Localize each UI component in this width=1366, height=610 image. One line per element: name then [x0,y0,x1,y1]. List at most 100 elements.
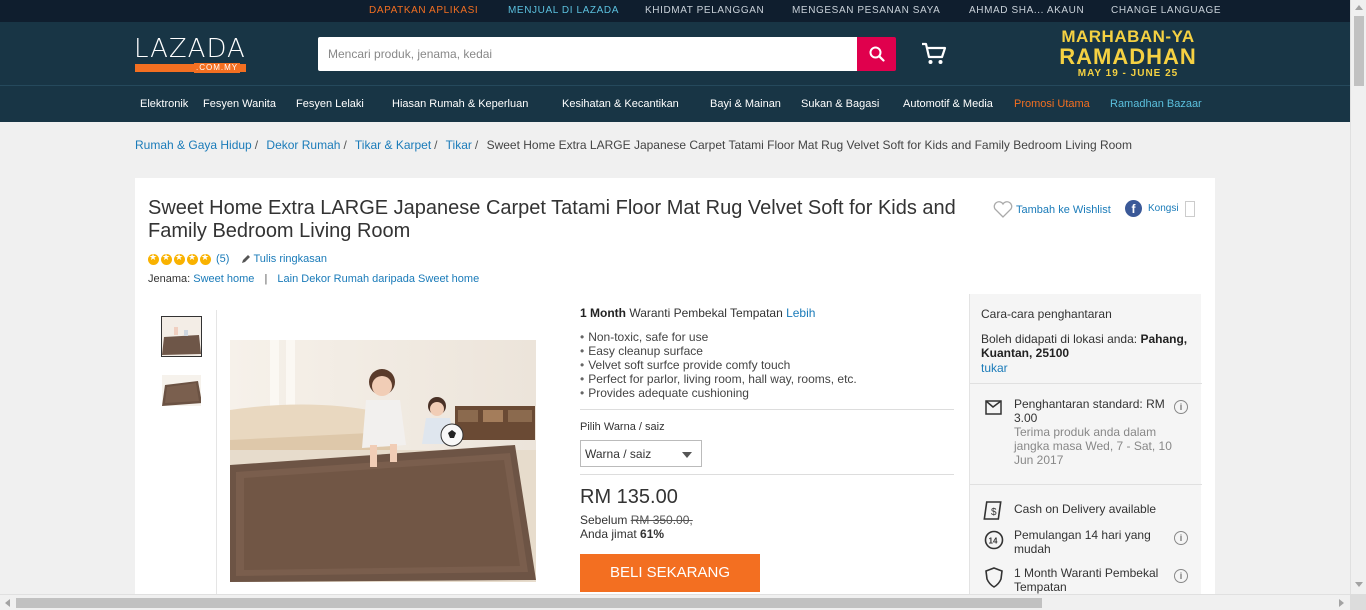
delivery-box-icon [985,400,1002,415]
scroll-up-arrow[interactable] [1355,5,1363,10]
vertical-scrollbar[interactable] [1350,0,1366,594]
facebook-icon: f [1125,200,1142,217]
breadcrumb-link[interactable]: Rumah & Gaya Hidup [135,138,252,152]
star-icon [174,252,185,265]
scroll-left-arrow[interactable] [5,599,10,607]
delivery-location: Boleh didapati di lokasi anda: Pahang, K… [981,332,1196,360]
discount-percent: 61% [640,527,665,541]
star-icon [187,252,198,265]
feature-item: Non-toxic, safe for use [580,330,857,344]
category-kesihatan[interactable]: Kesihatan & Kecantikan [562,98,679,110]
scroll-down-arrow[interactable] [1355,582,1363,587]
discount-line: Anda jimat 61% [580,527,664,541]
pencil-icon [242,255,251,263]
breadcrumb-current: Sweet Home Extra LARGE Japanese Carpet T… [486,138,1132,152]
write-review-link[interactable]: Tulis ringkasan [241,253,327,265]
category-sukan-bagasi[interactable]: Sukan & Bagasi [801,98,879,110]
star-icon [200,252,211,265]
customer-service-link[interactable]: KHIDMAT PELANGGAN [645,5,764,16]
product-main-image[interactable] [230,340,536,582]
search-button[interactable] [857,37,896,71]
horizontal-scrollbar[interactable] [0,594,1366,610]
category-promosi-utama[interactable]: Promosi Utama [1014,98,1090,110]
category-automotif-media[interactable]: Automotif & Media [903,98,993,110]
standard-delivery-title: Penghantaran standard: RM 3.00 [1014,397,1165,425]
track-order-link[interactable]: MENGESAN PESANAN SAYA [792,5,940,16]
gallery-thumbnail[interactable] [161,374,202,407]
category-hiasan-rumah[interactable]: Hiasan Rumah & Keperluan [392,98,528,110]
return-text: Pemulangan 14 hari yang mudah [1014,528,1151,556]
wishlist-label: Tambah ke Wishlist [1016,203,1111,216]
rating-row: (5) Tulis ringkasan [148,252,327,265]
promo-dates: MAY 19 - JUNE 25 [1077,68,1179,79]
feature-item: Easy cleanup surface [580,344,857,358]
share-count-box [1184,200,1195,217]
chevron-down-icon [682,452,692,458]
breadcrumb-link[interactable]: Tikar [446,138,472,152]
feature-item: Provides adequate cushioning [580,386,857,400]
warranty-panel-text: 1 Month Waranti Pembekal Tempatan [1014,566,1159,594]
delivery-panel: Cara-cara penghantaran Boleh didapati di… [969,294,1202,610]
category-fesyen-wanita[interactable]: Fesyen Wanita [203,98,276,110]
category-nav: Elektronik Fesyen Wanita Fesyen Lelaki H… [0,85,1350,122]
sell-on-lazada-link[interactable]: MENJUAL DI LAZADA [508,5,619,16]
cash-icon: $ [983,501,1002,520]
carpet-thumbnail-image [162,317,201,356]
cart-button[interactable] [920,41,948,67]
carpet-photo [230,340,536,582]
promo-line2: RAMADHAN [1059,44,1197,69]
breadcrumb-link[interactable]: Dekor Rumah [266,138,340,152]
divider [970,383,1202,384]
buy-now-button[interactable]: BELI SEKARANG [580,554,760,592]
gallery-thumbnail[interactable] [161,316,202,357]
rating-count-link[interactable]: (5) [216,253,229,265]
return-14-days-icon: 14 [984,530,1004,550]
feature-item: Perfect for parlor, living room, hall wa… [580,372,857,386]
heart-icon [993,201,1013,218]
search-input[interactable] [318,37,858,71]
add-to-wishlist-button[interactable]: Tambah ke Wishlist [993,201,1111,218]
product-card: Sweet Home Extra LARGE Japanese Carpet T… [135,178,1215,610]
logo-domain: .COM.MY [194,63,241,73]
star-icon [161,252,172,265]
scroll-thumb[interactable] [1354,16,1364,86]
more-from-brand-link[interactable]: Lain Dekor Rumah daripada Sweet home [277,273,479,285]
logo-word: LAZADA [134,34,246,64]
category-elektronik[interactable]: Elektronik [140,98,188,110]
delivery-heading: Cara-cara penghantaran [981,307,1112,321]
breadcrumb-link[interactable]: Tikar & Karpet [355,138,431,152]
info-icon[interactable]: i [1174,531,1188,545]
location-label: Boleh didapati di lokasi anda: [981,332,1141,346]
cart-icon [922,42,947,64]
lazada-logo[interactable]: LAZADA .COM.MY [134,34,246,73]
warranty-text: Waranti Pembekal Tempatan [626,306,787,320]
feature-list: Non-toxic, safe for use Easy cleanup sur… [580,330,857,400]
info-icon[interactable]: i [1174,400,1188,414]
info-icon[interactable]: i [1174,569,1188,583]
get-app-link[interactable]: DAPATKAN APLIKASI [369,5,478,16]
warranty-line: 1 Month Waranti Pembekal Tempatan Lebih [580,306,815,320]
original-price-label: Sebelum [580,513,631,527]
account-link[interactable]: AHMAD SHA... AKAUN [969,5,1084,16]
brand-link[interactable]: Sweet home [193,273,254,285]
feature-item: Velvet soft surfce provide comfy touch [580,358,857,372]
warranty-more-link[interactable]: Lebih [786,306,815,320]
variant-label: Pilih Warna / saiz [580,421,665,433]
category-bayi-mainan[interactable]: Bayi & Mainan [710,98,781,110]
write-review-label: Tulis ringkasan [253,253,328,265]
share-button[interactable]: f Kongsi [1125,200,1195,217]
original-price-line: Sebelum RM 350.00, [580,513,693,527]
change-location-link[interactable]: tukar [981,361,1008,375]
ramadhan-promo-banner[interactable]: MARHABAN-YA RAMADHAN MAY 19 - JUNE 25 [1050,28,1206,82]
change-language-link[interactable]: CHANGE LANGUAGE [1111,5,1221,16]
category-fesyen-lelaki[interactable]: Fesyen Lelaki [296,98,364,110]
variant-value: Warna / saiz [585,447,652,461]
category-ramadhan-bazaar[interactable]: Ramadhan Bazaar [1110,98,1202,110]
divider [970,484,1202,485]
main-header: LAZADA .COM.MY MARHABAN-YA RAMADHAN MAY … [0,22,1350,85]
scroll-right-arrow[interactable] [1339,599,1344,607]
variant-select[interactable]: Warna / saiz [580,440,702,467]
standard-delivery-eta: Terima produk anda dalam jangka masa Wed… [1014,425,1172,467]
scroll-thumb[interactable] [16,598,1042,608]
standard-delivery-text: Penghantaran standard: RM 3.00 Terima pr… [1014,397,1174,467]
